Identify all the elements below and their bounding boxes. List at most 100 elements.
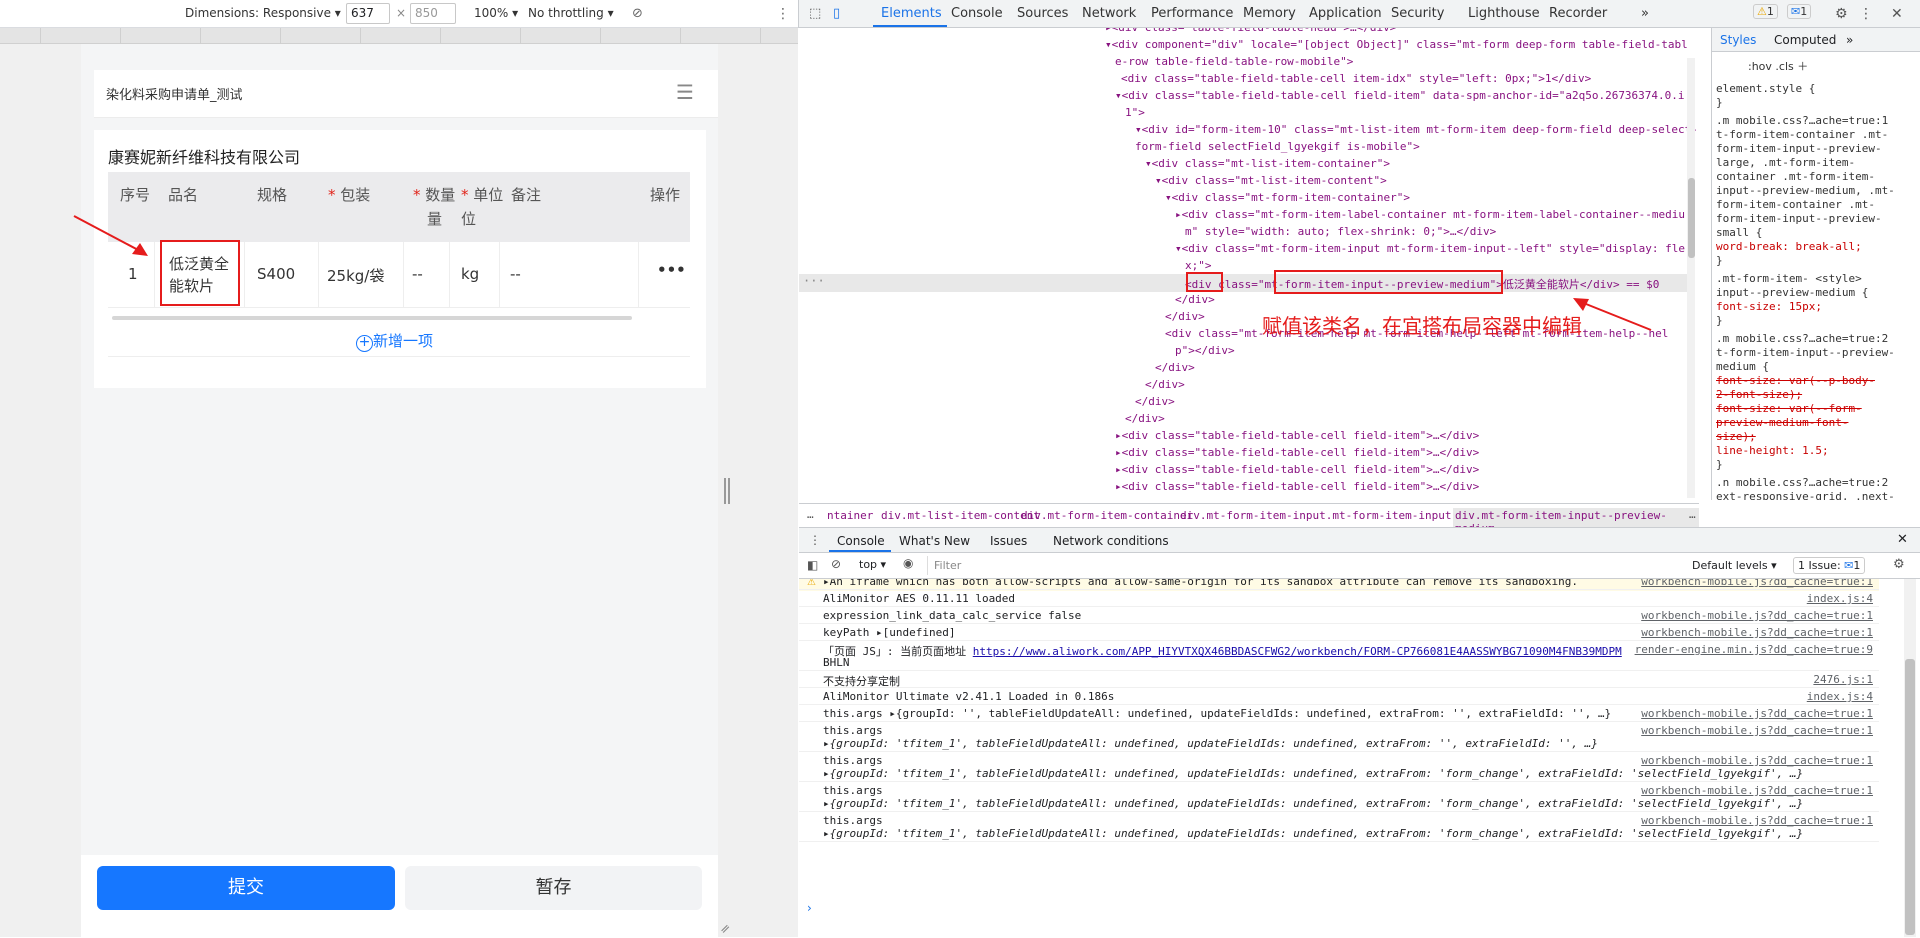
console-source-link[interactable]: workbench-mobile.js?dd_cache=true:1 xyxy=(1641,754,1873,767)
style-rule-line[interactable]: } xyxy=(1716,96,1723,109)
style-rule-line[interactable]: preview-medium-font- xyxy=(1716,416,1848,429)
console-source-link[interactable]: workbench-mobile.js?dd_cache=true:1 xyxy=(1641,814,1873,827)
dom-node-line[interactable]: ▸<div class="table-field-table-cell fiel… xyxy=(1115,480,1479,493)
dom-node-line[interactable]: ▸<div class="table-field-table-cell fiel… xyxy=(1115,446,1479,459)
dom-node-line[interactable]: ▾<div class="table-field-table-cell fiel… xyxy=(1115,89,1685,102)
cell-unit[interactable]: kg xyxy=(461,265,479,283)
issues-badge[interactable]: 1 Issue: ✉1 xyxy=(1793,557,1866,574)
close-devtools-icon[interactable]: ✕ xyxy=(1891,6,1903,22)
style-rule-line[interactable]: medium { xyxy=(1716,360,1769,373)
dom-node-line[interactable]: form-field selectField_lgyekgif is-mobil… xyxy=(1135,140,1420,153)
tab-sources[interactable]: Sources xyxy=(1017,6,1068,21)
console-settings-icon[interactable]: ⚙ xyxy=(1893,557,1905,572)
inspect-icon[interactable]: ⬚ xyxy=(809,6,821,21)
styles-more-icon[interactable]: » xyxy=(1846,33,1853,47)
console-source-link[interactable]: 2476.js:1 xyxy=(1813,673,1873,686)
style-rule-line[interactable]: } xyxy=(1716,254,1723,267)
page-url-link[interactable]: https://www.aliwork.com/APP_HIYVTXQX46BB… xyxy=(973,645,1622,658)
tab-security[interactable]: Security xyxy=(1391,6,1444,21)
dom-node-line[interactable]: ▾<div class="mt-list-item-content"> xyxy=(1155,174,1387,187)
style-rule-line[interactable]: } xyxy=(1716,458,1723,471)
style-rule-line[interactable]: t-form-item-input--preview- xyxy=(1716,346,1895,359)
crumb-2[interactable]: div.mt-form-item-container xyxy=(1021,509,1193,522)
console-source-link[interactable]: workbench-mobile.js?dd_cache=true:1 xyxy=(1641,626,1873,639)
more-tabs-icon[interactable]: » xyxy=(1641,6,1649,21)
dom-node-line[interactable]: p"></div> xyxy=(1175,344,1235,357)
throttle-select[interactable]: No throttling ▾ xyxy=(528,6,614,20)
style-rule-line[interactable]: size); xyxy=(1716,430,1756,443)
eye-icon[interactable]: ◉ xyxy=(903,556,913,570)
console-filter-input[interactable]: Filter xyxy=(927,556,1357,575)
console-source-link[interactable]: workbench-mobile.js?dd_cache=true:1 xyxy=(1641,609,1873,622)
cell-spec[interactable]: S400 xyxy=(257,265,295,283)
elements-scroll-thumb[interactable] xyxy=(1688,178,1695,258)
style-rule-line[interactable]: input--preview-medium, .mt- xyxy=(1716,184,1895,197)
dom-node-line[interactable]: ▾<div class="mt-form-item-container"> xyxy=(1165,191,1410,204)
dom-node-line[interactable]: </div> xyxy=(1155,361,1195,374)
console-source-link[interactable]: workbench-mobile.js?dd_cache=true:1 xyxy=(1641,707,1873,720)
style-rule-line[interactable]: .m mobile.css?…ache=true:2 xyxy=(1716,332,1888,345)
dom-node-line[interactable]: ▸<div class="table-field-table-cell fiel… xyxy=(1115,429,1479,442)
console-message-detail[interactable]: ▸{groupId: 'tfitem_1', tableFieldUpdateA… xyxy=(823,797,1803,810)
levels-select[interactable]: Default levels ▾ xyxy=(1692,559,1777,572)
drawer-close-icon[interactable]: ✕ xyxy=(1897,532,1908,547)
tab-recorder[interactable]: Recorder xyxy=(1549,6,1607,21)
console-source-link[interactable]: index.js:4 xyxy=(1807,690,1873,703)
elements-scrollbar[interactable] xyxy=(1687,58,1695,498)
console-source-link[interactable]: render-engine.min.js?dd_cache=true:9 xyxy=(1635,643,1873,656)
dom-node-line[interactable]: ▾<div class="mt-form-item-input mt-form-… xyxy=(1175,242,1685,255)
dom-node-line[interactable]: ▸<div class="table-field-table-head">…</… xyxy=(1105,28,1396,34)
tab-performance[interactable]: Performance xyxy=(1151,6,1233,21)
style-rule-line[interactable]: form-item-input--preview- xyxy=(1716,212,1882,225)
console-message-detail[interactable]: ▸{groupId: 'tfitem_1', tableFieldUpdateA… xyxy=(823,737,1598,750)
drawer-tab-whats-new[interactable]: What's New xyxy=(899,534,970,548)
dom-node-line[interactable]: e-row table-field-table-row-mobile"> xyxy=(1115,55,1353,68)
more-options-icon[interactable]: ⋮ xyxy=(776,6,790,22)
save-draft-button[interactable]: 暂存 xyxy=(405,866,702,910)
style-rule-line[interactable]: form-item-input--preview- xyxy=(1716,142,1882,155)
tab-elements[interactable]: Elements xyxy=(881,6,942,21)
drawer-tab-console[interactable]: Console xyxy=(837,534,885,548)
dom-node-line[interactable]: ▸<div class="mt-form-item-label-containe… xyxy=(1175,208,1685,221)
width-input[interactable]: 637 xyxy=(346,3,390,24)
cell-pack[interactable]: 25kg/袋 xyxy=(327,265,384,286)
console-source-link[interactable]: index.js:4 xyxy=(1807,592,1873,605)
dom-node-line[interactable]: </div> xyxy=(1145,378,1185,391)
style-rule-line[interactable]: .n mobile.css?…ache=true:2 xyxy=(1716,476,1888,489)
style-rule-line[interactable]: font-size: 15px; xyxy=(1716,300,1822,313)
tab-styles[interactable]: Styles xyxy=(1720,33,1756,47)
style-rule-line[interactable]: word-break: break-all; xyxy=(1716,240,1862,253)
device-toggle-icon[interactable]: ▯ xyxy=(833,6,840,21)
clear-console-icon[interactable]: ⊘ xyxy=(831,557,841,571)
console-message-detail[interactable]: ▸{groupId: 'tfitem_1', tableFieldUpdateA… xyxy=(823,827,1803,840)
menu-icon[interactable]: ☰ xyxy=(676,80,694,104)
crumb-0[interactable]: ntainer xyxy=(827,509,873,522)
cell-qty[interactable]: -- xyxy=(412,265,423,283)
rotate-icon[interactable]: ⊘ xyxy=(632,6,643,21)
console-prompt-icon[interactable]: › xyxy=(807,901,812,915)
style-rule-line[interactable]: form-item-container .mt- xyxy=(1716,198,1875,211)
horizontal-scrollbar[interactable] xyxy=(112,316,632,320)
message-badge[interactable]: ✉1 xyxy=(1787,4,1812,19)
dom-node-line[interactable]: ▾<div id="form-item-10" class="mt-list-i… xyxy=(1135,123,1698,136)
dom-node-line[interactable]: 1"> xyxy=(1125,106,1145,119)
hov-toggle[interactable]: :hov .cls ＋ xyxy=(1748,58,1808,74)
console-message-detail[interactable]: ▸{groupId: 'tfitem_1', tableFieldUpdateA… xyxy=(823,767,1803,780)
style-rule-line[interactable]: } xyxy=(1716,314,1723,327)
drawer-tab-network-conditions[interactable]: Network conditions xyxy=(1053,534,1169,548)
console-source-link[interactable]: workbench-mobile.js?dd_cache=true:1 xyxy=(1641,579,1873,588)
context-select[interactable]: top ▾ xyxy=(859,558,886,571)
tab-application[interactable]: Application xyxy=(1309,6,1382,21)
console-source-link[interactable]: workbench-mobile.js?dd_cache=true:1 xyxy=(1641,784,1873,797)
console-source-link[interactable]: workbench-mobile.js?dd_cache=true:1 xyxy=(1641,724,1873,737)
console-scroll-thumb[interactable] xyxy=(1905,659,1915,935)
kebab-menu-icon[interactable]: ⋮ xyxy=(1859,6,1873,22)
dom-node-line[interactable]: ▾<div component="div" locale="[object Ob… xyxy=(1105,38,1688,51)
height-input[interactable]: 850 xyxy=(410,3,456,24)
drawer-menu-icon[interactable]: ⋮ xyxy=(809,533,821,547)
style-rule-line[interactable]: small { xyxy=(1716,226,1762,239)
tab-network[interactable]: Network xyxy=(1082,6,1136,21)
style-rule-line[interactable]: input--preview-medium { xyxy=(1716,286,1868,299)
style-rule-line[interactable]: container .mt-form-item- xyxy=(1716,170,1875,183)
dom-node-line[interactable]: </div> xyxy=(1125,412,1165,425)
